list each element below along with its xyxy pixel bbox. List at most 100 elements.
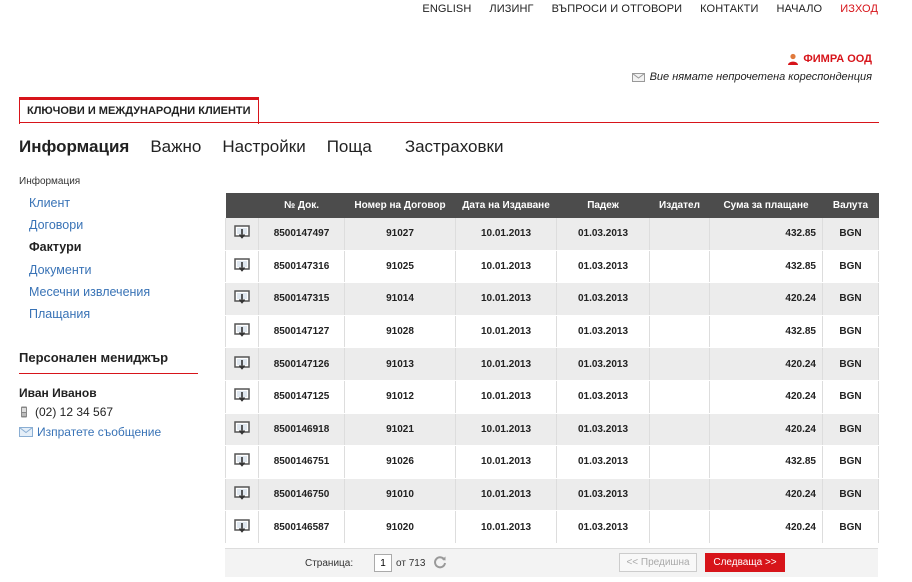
issue-date-cell: 10.01.2013 (455, 347, 557, 381)
issue-date-cell: 10.01.2013 (455, 510, 557, 544)
sidebar-item-documents[interactable]: Документи (29, 262, 150, 284)
header-amount[interactable]: Сума за плащане (709, 193, 823, 218)
download-document-icon[interactable] (234, 258, 250, 272)
nav-english-link[interactable]: ENGLISH (422, 3, 471, 15)
sidebar-item-payments[interactable]: Плащания (29, 306, 150, 328)
issuer-cell (649, 250, 710, 284)
issue-date-cell: 10.01.2013 (455, 445, 557, 479)
currency-cell: BGN (822, 413, 879, 447)
currency-cell: BGN (822, 380, 879, 414)
nav-home-link[interactable]: НАЧАЛО (776, 3, 822, 15)
company-name: ФИМРА ООД (803, 53, 872, 65)
download-document-icon[interactable] (234, 486, 250, 500)
currency-cell: BGN (822, 250, 879, 284)
phone-number: (02) 12 34 567 (35, 405, 114, 419)
phone-icon (21, 406, 27, 418)
tab-insurance[interactable]: Застраховки (405, 137, 504, 157)
sidebar-item-contracts[interactable]: Договори (29, 217, 150, 239)
personal-manager-divider (19, 373, 198, 374)
doc-number-cell: 8500147497 (258, 218, 345, 251)
contract-number-cell: 91025 (344, 250, 456, 284)
amount-cell: 432.85 (709, 315, 823, 349)
header-doc-number[interactable]: № Док. (258, 193, 345, 218)
header-issue-date[interactable]: Дата на Издаване (455, 193, 557, 218)
header-contract-number[interactable]: Номер на Договор (344, 193, 456, 218)
header-issuer[interactable]: Издател (649, 193, 710, 218)
sidebar-menu: Клиент Договори Фактури Документи Месечн… (29, 195, 150, 328)
tab-settings[interactable]: Настройки (222, 137, 305, 157)
tab-important[interactable]: Важно (150, 137, 201, 157)
user-icon (788, 53, 799, 65)
amount-cell: 432.85 (709, 218, 823, 251)
doc-number-cell: 8500147126 (258, 347, 345, 381)
row-download-cell[interactable] (225, 380, 259, 414)
tab-information[interactable]: Информация (19, 137, 129, 157)
tab-mail[interactable]: Поща (327, 137, 372, 157)
personal-manager-name: Иван Иванов (19, 386, 97, 400)
page-number-input[interactable] (374, 554, 392, 572)
amount-cell: 420.24 (709, 510, 823, 544)
row-download-cell[interactable] (225, 250, 259, 284)
pagination-bar: Страница: от 713 << Предишна Следваща >> (225, 548, 878, 577)
nav-faq-link[interactable]: ВЪПРОСИ И ОТГОВОРИ (552, 3, 683, 15)
download-document-icon[interactable] (234, 323, 250, 337)
company-account[interactable]: ФИМРА ООД (787, 53, 872, 65)
nav-leasing-link[interactable]: ЛИЗИНГ (489, 3, 533, 15)
next-page-button[interactable]: Следваща >> (705, 553, 785, 572)
header-currency[interactable]: Валута (822, 193, 879, 218)
due-date-cell: 01.03.2013 (556, 250, 650, 284)
contract-number-cell: 91026 (344, 445, 456, 479)
download-document-icon[interactable] (234, 388, 250, 403)
table-row: 8500146751 91026 10.01.2013 01.03.2013 432.8… (225, 445, 879, 479)
table-row: 8500147497 91027 10.01.2013 01.03.2013 432.8… (225, 218, 879, 251)
download-document-icon[interactable] (234, 518, 250, 533)
row-download-cell[interactable] (225, 315, 259, 349)
amount-cell: 420.24 (709, 413, 823, 447)
download-document-icon[interactable] (234, 225, 250, 240)
sidebar-item-client[interactable]: Клиент (29, 195, 150, 217)
contract-number-cell: 91021 (344, 413, 456, 447)
issue-date-cell: 10.01.2013 (455, 413, 557, 447)
main-navigation: Информация Важно Настройки Поща Застрахо… (19, 137, 524, 157)
send-message-label: Изпратете съобщение (37, 425, 162, 439)
sidebar-item-invoices[interactable]: Фактури (29, 239, 150, 261)
top-navigation: ENGLISH ЛИЗИНГ ВЪПРОСИ И ОТГОВОРИ КОНТАК… (404, 3, 878, 15)
download-document-icon[interactable] (234, 355, 250, 370)
row-download-cell[interactable] (225, 445, 259, 479)
download-document-icon[interactable] (234, 453, 250, 468)
nav-contacts-link[interactable]: КОНТАКТИ (700, 3, 758, 15)
currency-cell: BGN (822, 282, 879, 316)
issuer-cell (649, 478, 710, 512)
send-message-link[interactable]: Изпратете съобщение (19, 425, 161, 439)
sidebar-item-statements[interactable]: Месечни извлечения (29, 284, 150, 306)
due-date-cell: 01.03.2013 (556, 218, 650, 251)
row-download-cell[interactable] (225, 347, 259, 381)
row-download-cell[interactable] (225, 413, 259, 447)
contract-number-cell: 91013 (344, 347, 456, 381)
due-date-cell: 01.03.2013 (556, 445, 650, 479)
envelope-icon (19, 427, 33, 437)
amount-cell: 432.85 (709, 250, 823, 284)
sidebar-heading: Информация (19, 176, 81, 187)
row-download-cell[interactable] (225, 510, 259, 544)
nav-logout-link[interactable]: ИЗХОД (840, 3, 878, 15)
download-document-icon[interactable] (234, 290, 250, 305)
page-total: от 713 (396, 558, 426, 569)
amount-cell: 420.24 (709, 380, 823, 414)
mail-notice: Вие нямате непрочетена кореспонденция (631, 71, 872, 83)
row-download-cell[interactable] (225, 282, 259, 316)
contract-number-cell: 91028 (344, 315, 456, 349)
issue-date-cell: 10.01.2013 (455, 315, 557, 349)
client-type-tab[interactable]: КЛЮЧОВИ И МЕЖДУНАРОДНИ КЛИЕНТИ (19, 97, 259, 124)
row-download-cell[interactable] (225, 478, 259, 512)
download-document-icon[interactable] (234, 421, 250, 435)
currency-cell: BGN (822, 347, 879, 381)
table-header-row: № Док. Номер на Договор Дата на Издаване… (225, 193, 879, 218)
due-date-cell: 01.03.2013 (556, 380, 650, 414)
row-download-cell[interactable] (225, 218, 259, 251)
previous-page-button[interactable]: << Предишна (619, 553, 697, 572)
header-due-date[interactable]: Падеж (556, 193, 650, 218)
refresh-icon[interactable] (433, 555, 447, 569)
issuer-cell (649, 380, 710, 414)
doc-number-cell: 8500146751 (258, 445, 345, 479)
